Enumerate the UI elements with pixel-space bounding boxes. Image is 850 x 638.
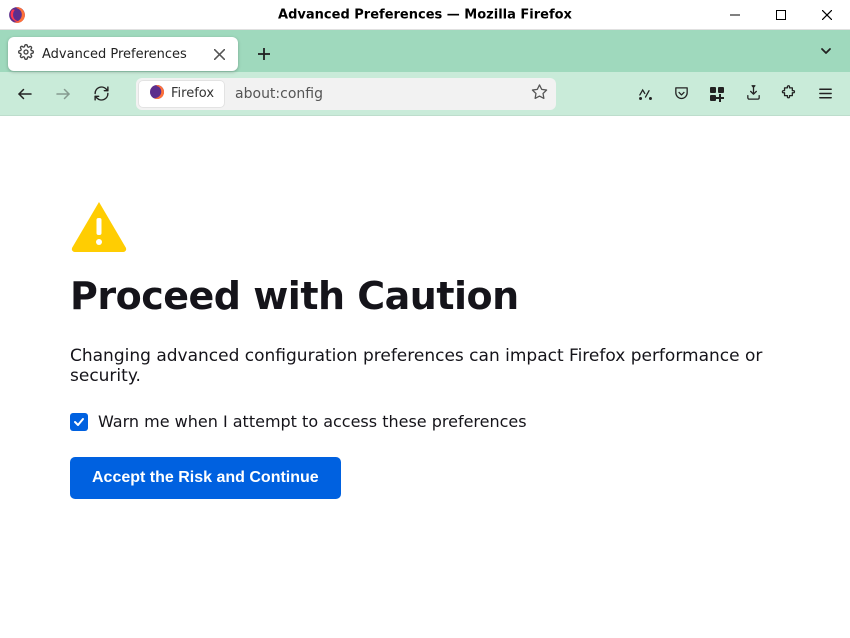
toolbar-right — [628, 77, 842, 111]
page-description: Changing advanced configuration preferen… — [70, 346, 780, 386]
tab-strip: Advanced Preferences — [0, 30, 850, 72]
list-all-tabs-button[interactable] — [814, 39, 838, 63]
maximize-button[interactable] — [758, 0, 804, 29]
close-button[interactable] — [804, 0, 850, 29]
warn-checkbox-label[interactable]: Warn me when I attempt to access these p… — [98, 412, 527, 431]
new-tab-button[interactable] — [248, 38, 280, 70]
url-text: about:config — [227, 86, 323, 102]
back-button[interactable] — [8, 77, 42, 111]
os-titlebar: Advanced Preferences — Mozilla Firefox — [0, 0, 850, 30]
firefox-logo-icon — [8, 6, 26, 24]
pocket-button[interactable] — [664, 77, 698, 111]
minimize-button[interactable] — [712, 0, 758, 29]
bookmark-star-button[interactable] — [531, 83, 548, 104]
app-menu-button[interactable] — [808, 77, 842, 111]
window-title: Advanced Preferences — Mozilla Firefox — [278, 7, 572, 22]
warning-icon — [70, 200, 780, 256]
extensions-button[interactable] — [772, 77, 806, 111]
page-content: Proceed with Caution Changing advanced c… — [0, 116, 850, 499]
firefox-brand-icon — [149, 84, 165, 104]
urlbar-container: Firefox about:config — [136, 78, 556, 110]
reload-button[interactable] — [84, 77, 118, 111]
tab-active[interactable]: Advanced Preferences — [8, 37, 238, 71]
accept-risk-button[interactable]: Accept the Risk and Continue — [70, 457, 341, 499]
tab-close-button[interactable] — [210, 45, 228, 63]
identity-box[interactable]: Firefox — [139, 81, 224, 107]
gear-icon — [18, 44, 34, 64]
identity-label: Firefox — [171, 86, 214, 101]
nav-toolbar: Firefox about:config — [0, 72, 850, 116]
screenshot-button[interactable] — [628, 77, 662, 111]
page-heading: Proceed with Caution — [70, 274, 780, 318]
warn-checkbox[interactable] — [70, 413, 88, 431]
addons-button[interactable] — [700, 77, 734, 111]
window-controls — [712, 0, 850, 29]
url-bar[interactable]: Firefox about:config — [136, 78, 556, 110]
downloads-button[interactable] — [736, 77, 770, 111]
forward-button[interactable] — [46, 77, 80, 111]
warn-checkbox-row: Warn me when I attempt to access these p… — [70, 412, 780, 431]
tab-title: Advanced Preferences — [42, 47, 202, 62]
